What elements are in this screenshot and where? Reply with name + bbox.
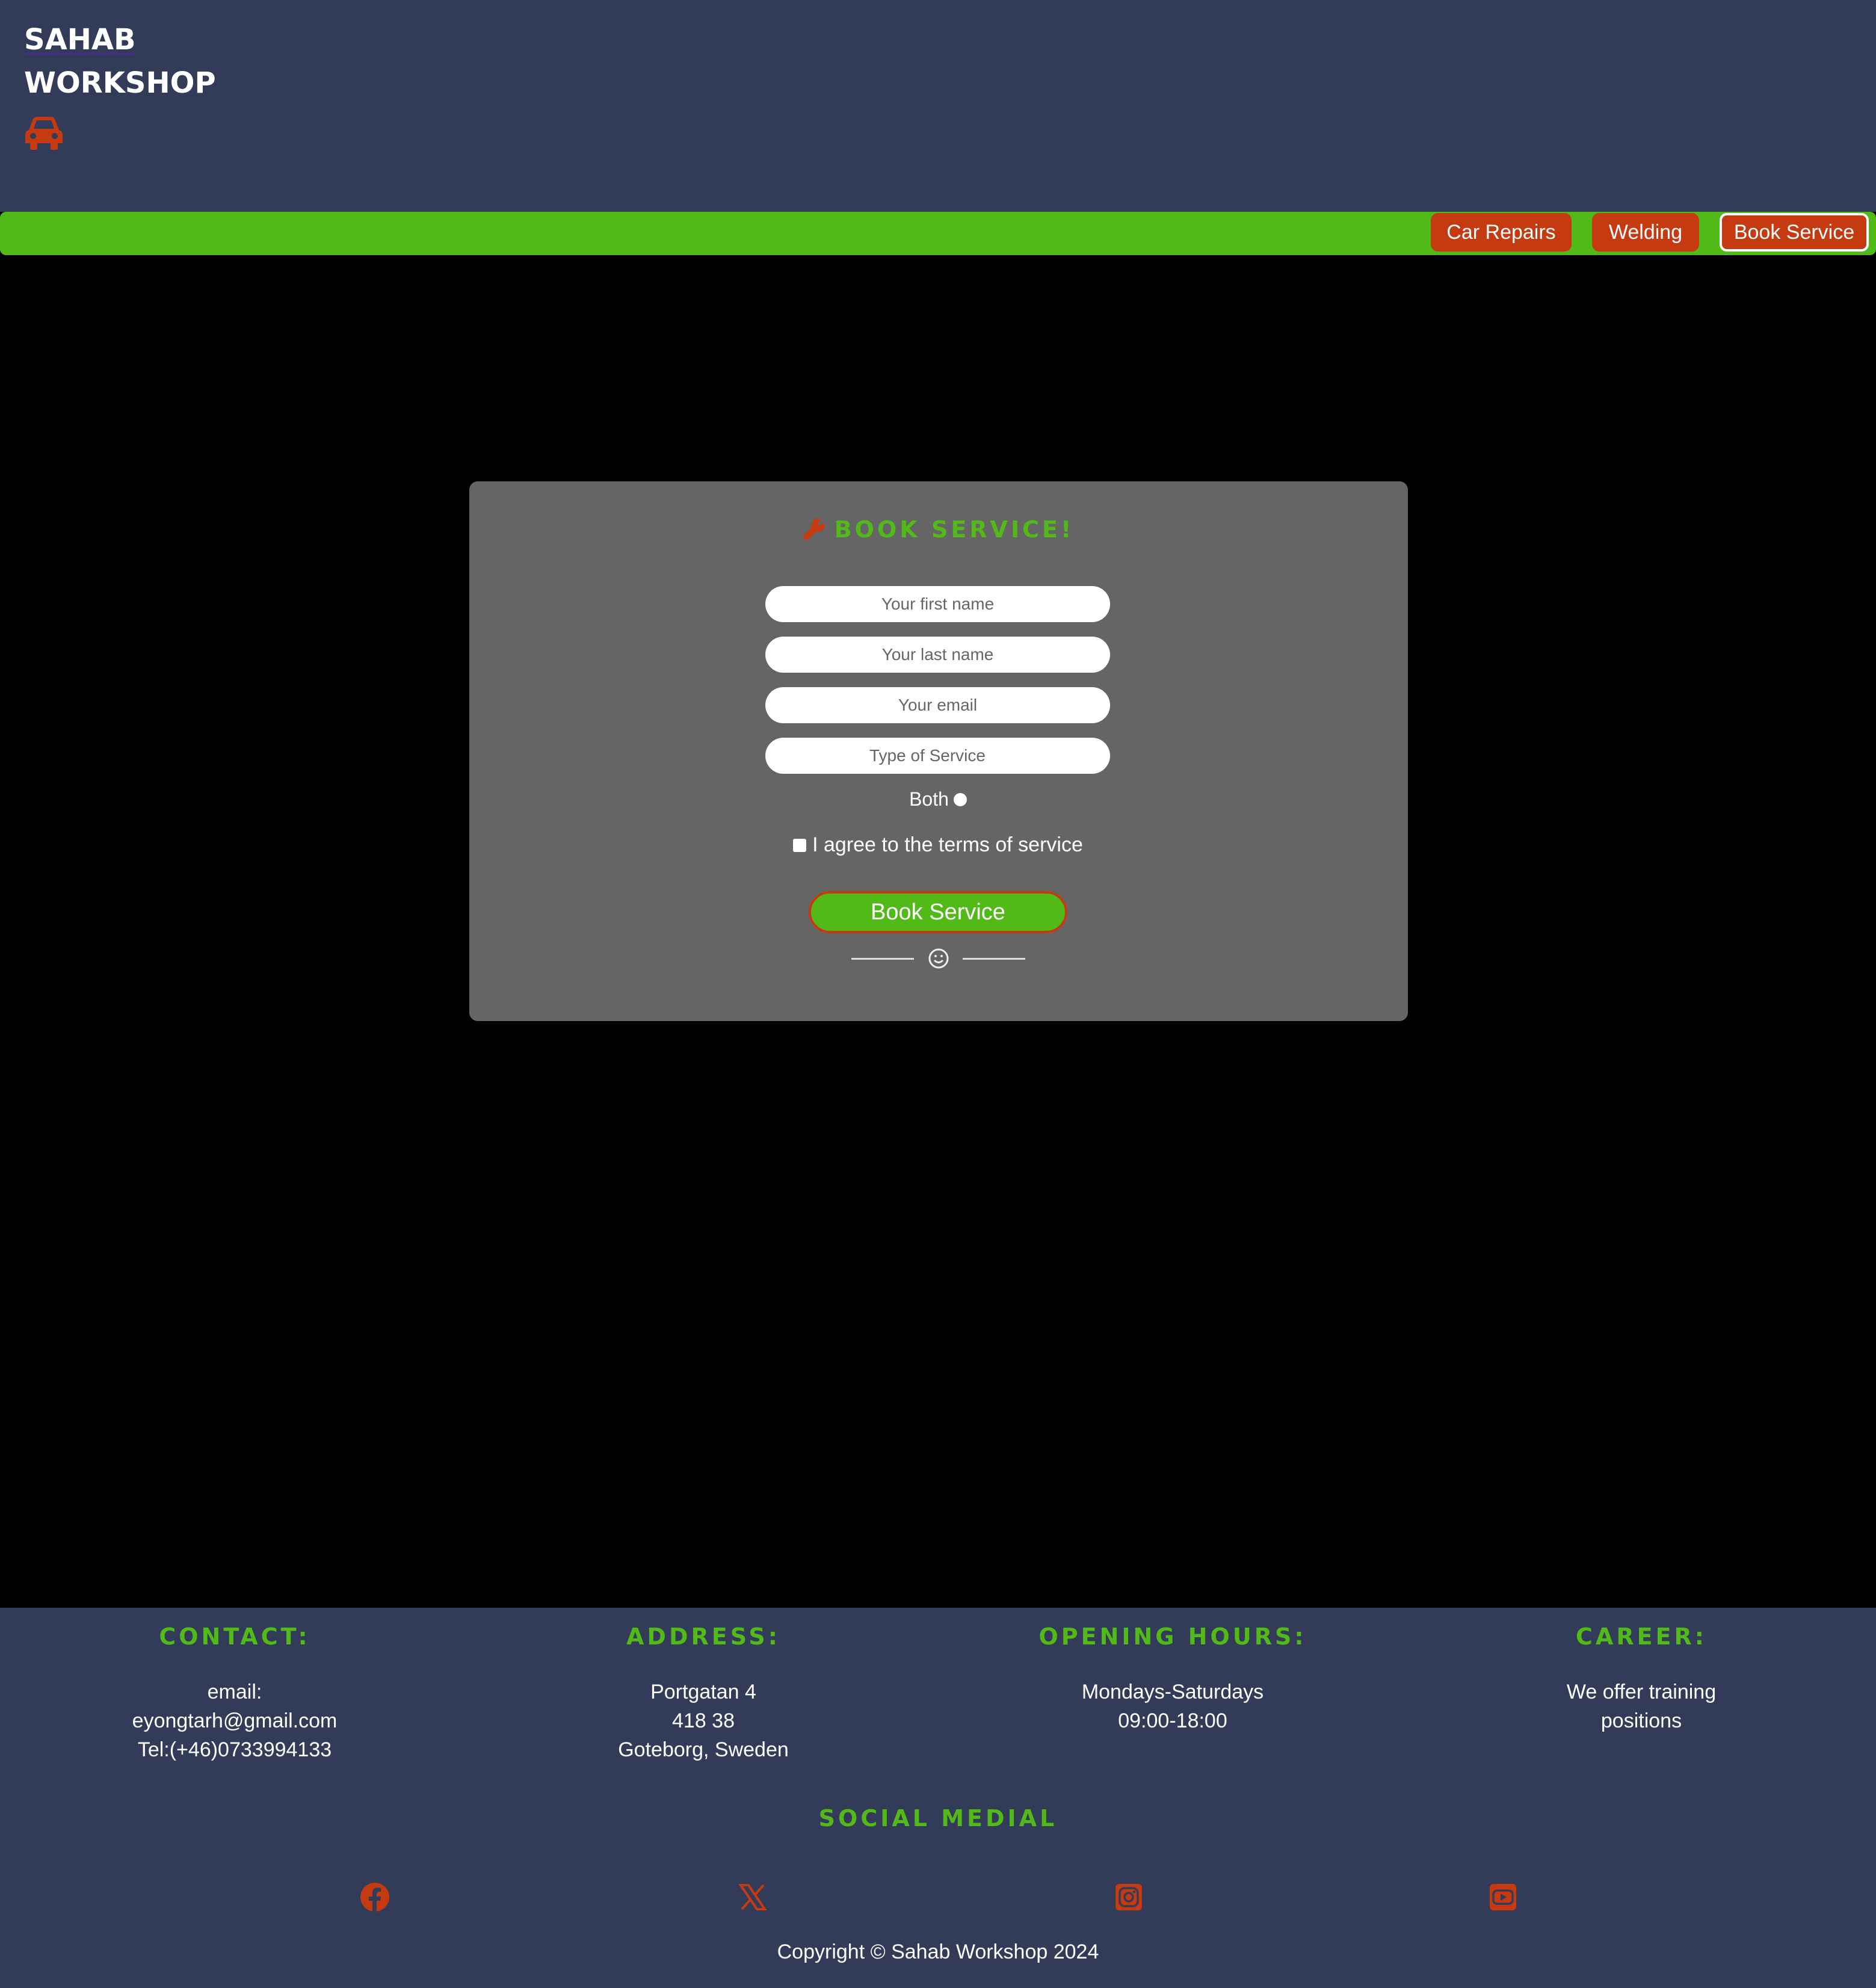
contact-title: CONTACT:	[159, 1623, 310, 1650]
instagram-icon[interactable]	[1114, 1882, 1144, 1912]
site-logo[interactable]: SAHAB WORKSHOP	[24, 18, 216, 105]
nav-car-repairs-button[interactable]: Car Repairs	[1431, 213, 1572, 252]
address-title: ADDRESS:	[626, 1623, 780, 1650]
divider-left	[851, 958, 914, 960]
x-icon[interactable]	[738, 1882, 768, 1912]
first-name-input[interactable]	[765, 586, 1110, 622]
book-service-submit-button[interactable]: Book Service	[809, 891, 1067, 933]
address-city: Goteborg, Sweden	[618, 1738, 789, 1761]
footer-address-column: ADDRESS: Portgatan 4 418 38 Goteborg, Sw…	[469, 1619, 938, 1764]
site-header: SAHAB WORKSHOP	[0, 0, 1876, 212]
contact-email-label: email:	[207, 1681, 262, 1703]
address-street: Portgatan 4	[650, 1681, 756, 1703]
nav-book-service-button[interactable]: Book Service	[1720, 213, 1869, 252]
service-radio-row: Both	[0, 788, 1876, 810]
footer-career-column: CAREER: We offer training positions	[1407, 1619, 1876, 1735]
address-postcode: 418 38	[672, 1709, 735, 1732]
facebook-icon[interactable]	[360, 1882, 390, 1912]
footer-hours-column: OPENING HOURS: Mondays-Saturdays 09:00-1…	[938, 1619, 1407, 1735]
social-media-title: SOCIAL MEDIAL	[818, 1805, 1058, 1832]
logo-line-1: SAHAB	[24, 23, 136, 57]
terms-row: I agree to the terms of service	[0, 833, 1876, 857]
youtube-icon[interactable]	[1488, 1882, 1518, 1912]
email-input[interactable]	[765, 687, 1110, 723]
copyright-text: Copyright © Sahab Workshop 2024	[777, 1940, 1099, 1963]
booking-title-text: BOOK SERVICE!	[834, 516, 1075, 543]
wrench-icon	[803, 519, 825, 540]
career-line-1: We offer training	[1566, 1681, 1717, 1703]
hours-title: OPENING HOURS:	[1038, 1623, 1307, 1650]
hours-days: Mondays-Saturdays	[1081, 1681, 1264, 1703]
nav-welding-button[interactable]: Welding	[1592, 213, 1699, 252]
hours-time: 09:00-18:00	[1118, 1709, 1227, 1732]
career-title: CAREER:	[1576, 1623, 1707, 1650]
car-icon	[25, 117, 63, 150]
career-line-2: positions	[1600, 1709, 1682, 1732]
terms-checkbox[interactable]	[793, 838, 807, 852]
last-name-input[interactable]	[765, 637, 1110, 673]
booking-title: BOOK SERVICE!	[0, 516, 1876, 543]
smiley-icon	[928, 948, 949, 969]
contact-phone[interactable]: Tel:(+46)0733994133	[0, 1735, 469, 1764]
radio-label: Both	[909, 788, 949, 810]
both-radio[interactable]	[953, 792, 967, 806]
footer-contact-column: CONTACT: email: eyongtarh@gmail.com Tel:…	[0, 1619, 469, 1764]
terms-label: I agree to the terms of service	[812, 833, 1083, 856]
divider-right	[963, 958, 1025, 960]
logo-line-2: WORKSHOP	[24, 66, 216, 100]
contact-email-value[interactable]: eyongtarh@gmail.com	[0, 1706, 469, 1735]
service-type-input[interactable]	[765, 738, 1110, 774]
